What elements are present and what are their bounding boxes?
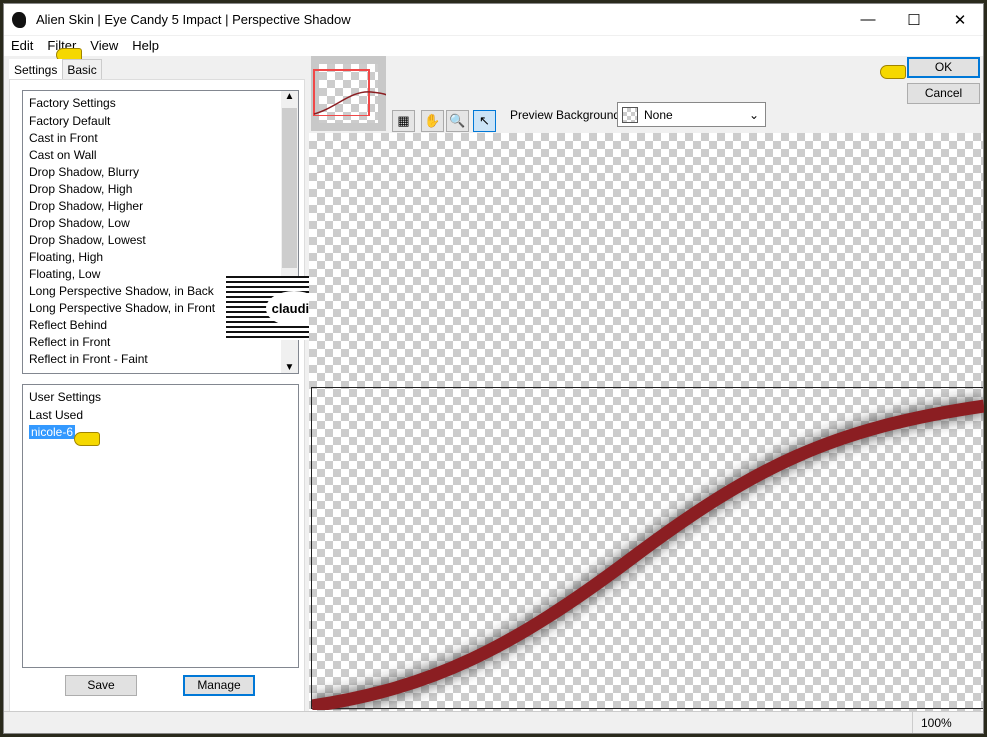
menu-help[interactable]: Help	[125, 36, 166, 56]
list-item-selected[interactable]: nicole-6	[23, 424, 298, 441]
manage-button[interactable]: Manage	[183, 675, 255, 696]
list-item[interactable]: Drop Shadow, Lowest	[23, 232, 298, 249]
list-item[interactable]: Floating, High	[23, 249, 298, 266]
list-item[interactable]: Cast on Wall	[23, 147, 298, 164]
pointer-tool-icon[interactable]: ↖	[473, 110, 496, 132]
settings-panel: Factory Settings Factory Default Cast in …	[9, 79, 305, 713]
app-window: Alien Skin | Eye Candy 5 Impact | Perspe…	[3, 3, 986, 734]
maximize-button[interactable]: ☐	[891, 4, 937, 35]
menu-bar: Edit Filter View Help	[4, 36, 983, 56]
list-item[interactable]: Last Used	[23, 407, 298, 424]
menu-edit[interactable]: Edit	[4, 36, 40, 56]
pointer-hand-icon	[74, 432, 100, 446]
zoom-level: 100%	[912, 712, 952, 733]
minimize-button[interactable]: —	[845, 4, 891, 35]
selected-setting[interactable]: nicole-6	[29, 425, 76, 439]
title-bar: Alien Skin | Eye Candy 5 Impact | Perspe…	[4, 4, 983, 35]
list-item[interactable]: Reflect in Front - Faint	[23, 351, 298, 368]
user-settings-list: User Settings Last Used nicole-6	[22, 384, 299, 668]
navigator-thumbnail[interactable]	[311, 56, 386, 131]
checker-swatch-icon	[622, 106, 638, 123]
shadow-curve	[310, 396, 986, 716]
list-item[interactable]: Drop Shadow, Higher	[23, 198, 298, 215]
list-item[interactable]: Cast in Front	[23, 130, 298, 147]
preview-background-select[interactable]: None ⌄	[617, 102, 766, 127]
user-settings-header: User Settings	[29, 390, 102, 404]
window-title: Alien Skin | Eye Candy 5 Impact | Perspe…	[36, 12, 351, 27]
alien-skin-logo-icon	[12, 11, 26, 28]
cancel-button[interactable]: Cancel	[907, 83, 980, 104]
status-bar: 100%	[4, 711, 983, 733]
save-button[interactable]: Save	[65, 675, 137, 696]
preview-background-value: None	[644, 107, 673, 122]
list-item[interactable]: Drop Shadow, Low	[23, 215, 298, 232]
factory-settings-header: Factory Settings	[29, 96, 116, 110]
preview-background-label: Preview Background:	[510, 108, 624, 122]
menu-view[interactable]: View	[83, 36, 125, 56]
list-item[interactable]: Factory Default	[23, 113, 298, 130]
pointer-hand-icon	[880, 65, 906, 79]
zoom-tool-icon[interactable]: 🔍	[446, 110, 469, 132]
preview-toggle-icon[interactable]: ▦	[392, 110, 415, 132]
list-item[interactable]: Drop Shadow, High	[23, 181, 298, 198]
ok-button[interactable]: OK	[907, 57, 980, 78]
tab-settings[interactable]: Settings	[9, 59, 63, 80]
preview-canvas[interactable]	[309, 133, 986, 716]
tab-basic[interactable]: Basic	[62, 59, 102, 80]
hand-tool-icon[interactable]: ✋	[421, 110, 444, 132]
close-button[interactable]: ✕	[937, 4, 983, 35]
list-item[interactable]: Drop Shadow, Blurry	[23, 164, 298, 181]
chevron-down-icon: ⌄	[748, 107, 759, 122]
image-bounds	[310, 387, 986, 716]
